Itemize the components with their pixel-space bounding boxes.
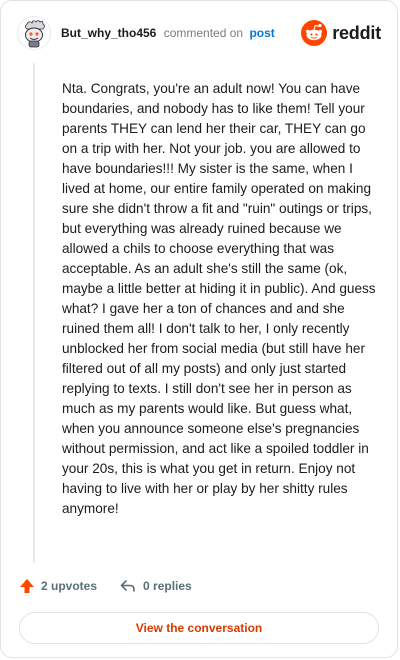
comment-header: But_why_tho456 commented on post reddit (17, 15, 381, 51)
comment-meta: But_why_tho456 commented on post (61, 27, 275, 39)
reddit-logo-icon (301, 20, 328, 46)
view-conversation-button[interactable]: View the conversation (19, 612, 379, 644)
comment-card: But_why_tho456 commented on post reddit … (0, 0, 398, 658)
username[interactable]: But_why_tho456 (61, 26, 156, 40)
reddit-brand[interactable]: reddit (300, 19, 381, 47)
comment-body: Nta. Congrats, you're an adult now! You … (62, 81, 376, 516)
user-avatar-icon[interactable] (17, 16, 51, 50)
upvote-action[interactable]: 2 upvotes (19, 578, 97, 594)
reply-action[interactable]: 0 replies (119, 578, 192, 594)
thread-line (33, 63, 35, 563)
reply-arrow-icon (120, 580, 135, 592)
reddit-wordmark: reddit (332, 22, 381, 43)
post-link[interactable]: post (249, 26, 274, 40)
snoo-avatar-icon (17, 16, 51, 50)
reply-count: 0 replies (143, 579, 192, 593)
upvote-arrow-icon (20, 579, 34, 593)
upvote-count: 2 upvotes (41, 579, 98, 593)
commented-label: commented on (163, 26, 244, 40)
comment-actions: 2 upvotes 0 replies (19, 578, 214, 594)
